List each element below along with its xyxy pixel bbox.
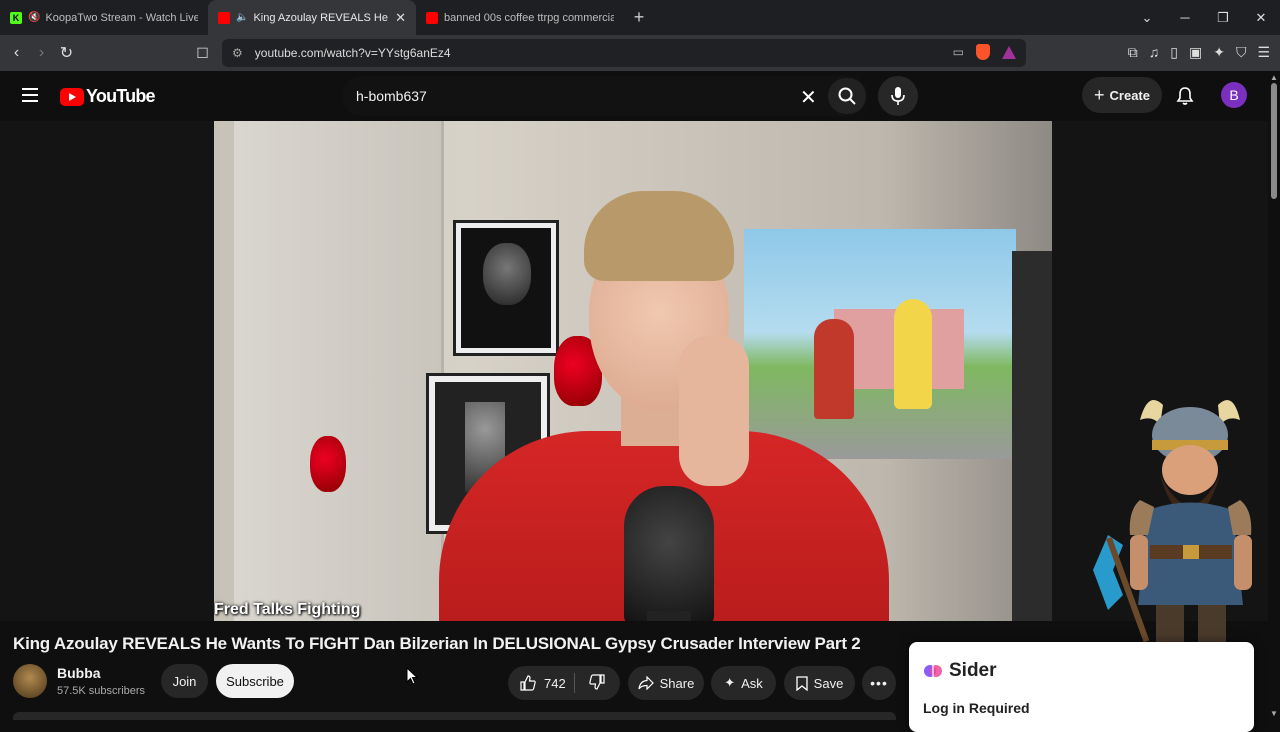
scroll-down-icon[interactable]: ▼	[1270, 709, 1278, 718]
login-required-text[interactable]: Log in Required	[923, 700, 1030, 716]
like-dislike-group: 742	[508, 666, 620, 700]
muted-speaker-icon[interactable]: 🔇	[28, 12, 40, 23]
bell-icon	[1176, 87, 1194, 105]
minimize-button[interactable]: ─	[1166, 10, 1204, 25]
scroll-up-icon[interactable]: ▲	[1270, 73, 1278, 82]
youtube-logo[interactable]: YouTube	[60, 86, 156, 107]
video-scene-boxing-glove	[310, 436, 346, 492]
video-title: King Azoulay REVEALS He Wants To FIGHT D…	[13, 634, 861, 653]
wallet-icon[interactable]: ▣	[1189, 44, 1202, 61]
bookmark-icon	[796, 675, 808, 691]
restore-button[interactable]: ❐	[1204, 10, 1242, 26]
kick-favicon-icon: K	[10, 11, 22, 24]
brave-rewards-icon[interactable]	[1002, 45, 1016, 59]
tab-title: banned 00s coffee ttrpg commercial	[444, 11, 614, 24]
youtube-header: YouTube h-bomb637 ✕ + Create B	[0, 71, 1268, 121]
subscribe-button[interactable]: Subscribe	[216, 664, 294, 698]
plus-icon: +	[1094, 84, 1105, 105]
youtube-favicon-icon	[218, 11, 230, 24]
create-label: Create	[1109, 87, 1150, 103]
clear-search-icon[interactable]: ✕	[800, 85, 817, 110]
notifications-button[interactable]	[1176, 86, 1194, 111]
reload-button[interactable]: ↻	[54, 43, 79, 63]
close-tab-icon[interactable]: ✕	[395, 10, 406, 26]
browser-toolbar: ‹ › ↻ ☐ ⚙ youtube.com/watch?v=YYstg6anEz…	[0, 35, 1280, 71]
ask-button[interactable]: ✦ Ask	[711, 666, 776, 700]
extensions-area: ⧉ ♫ ▯ ▣ ✦ ⛉ ☰	[1128, 44, 1270, 61]
share-button[interactable]: Share	[628, 666, 704, 700]
logo-text: YouTube	[86, 86, 156, 106]
more-actions-button[interactable]: •••	[862, 666, 896, 700]
extensions-icon[interactable]: ⧉	[1128, 44, 1138, 61]
like-count: 742	[544, 675, 566, 691]
forward-button[interactable]: ›	[29, 44, 54, 62]
leo-ai-icon[interactable]: ✦	[1213, 44, 1225, 61]
tab-search-icon[interactable]: ⌄	[1128, 10, 1166, 26]
bookmark-icon[interactable]: ☐	[190, 45, 215, 62]
search-button[interactable]	[828, 78, 866, 114]
url-text: youtube.com/watch?v=YYstg6anEz4	[254, 46, 451, 60]
mouse-cursor-icon	[406, 667, 418, 685]
video-watermark: Fred Talks Fighting	[214, 601, 361, 618]
brave-shields-icon[interactable]	[976, 44, 990, 60]
youtube-play-icon	[60, 87, 84, 106]
tab-title: King Azoulay REVEALS He Wa	[253, 11, 389, 24]
sparkle-icon: ✦	[724, 675, 736, 690]
channel-name[interactable]: Bubba	[57, 665, 101, 681]
create-button[interactable]: + Create	[1082, 77, 1162, 113]
video-scene-door	[234, 121, 444, 621]
search-icon	[838, 87, 856, 105]
ask-label: Ask	[741, 675, 763, 691]
browser-tab-bar: K 🔇 KoopaTwo Stream - Watch Live o 🔈 Kin…	[0, 0, 1280, 35]
new-tab-button[interactable]: +	[624, 7, 654, 28]
search-input[interactable]: h-bomb637	[342, 76, 868, 116]
sidebar-icon[interactable]: ▯	[1170, 44, 1178, 61]
sider-brain-icon	[924, 665, 942, 677]
vpn-icon[interactable]: ⛉	[1236, 44, 1247, 61]
back-button[interactable]: ‹	[4, 44, 29, 62]
menu-icon[interactable]: ☰	[1257, 44, 1270, 61]
video-scene-person	[439, 181, 889, 621]
tab-title: KoopaTwo Stream - Watch Live o	[45, 11, 198, 24]
browser-tab-koopatwo[interactable]: K 🔇 KoopaTwo Stream - Watch Live o	[0, 0, 208, 35]
cast-icon[interactable]: ▭	[953, 45, 964, 59]
dislike-button[interactable]	[575, 673, 605, 693]
video-scene-shadow	[1012, 251, 1052, 621]
close-window-button[interactable]: ✕	[1242, 10, 1280, 26]
voice-search-button[interactable]	[878, 76, 918, 116]
hamburger-menu-icon[interactable]	[22, 88, 38, 102]
description-box[interactable]	[13, 712, 896, 720]
join-button[interactable]: Join	[161, 664, 208, 698]
account-avatar[interactable]: B	[1221, 82, 1247, 108]
share-arrow-icon	[638, 676, 654, 690]
speaker-icon[interactable]: 🔈	[236, 12, 248, 23]
sider-brand: Sider	[923, 660, 997, 682]
share-label: Share	[659, 675, 695, 691]
page-scrollbar[interactable]: ▲ ▼	[1268, 71, 1280, 720]
youtube-favicon-icon	[426, 11, 438, 24]
channel-avatar[interactable]	[13, 664, 47, 698]
thumbs-up-icon	[520, 675, 536, 691]
window-controls: ⌄ ─ ❐ ✕	[1128, 0, 1280, 35]
media-icon[interactable]: ♫	[1149, 44, 1160, 61]
save-label: Save	[813, 675, 844, 691]
thumbs-down-icon	[589, 673, 605, 690]
video-player[interactable]: Fred Talks Fighting	[214, 121, 1052, 621]
address-bar[interactable]: ⚙ youtube.com/watch?v=YYstg6anEz4 ▭	[222, 39, 1026, 67]
like-button[interactable]: 742	[508, 675, 574, 691]
site-info-icon[interactable]: ⚙	[232, 46, 243, 60]
sider-panel: Sider Log in Required	[909, 642, 1254, 732]
save-button[interactable]: Save	[784, 666, 855, 700]
browser-tab-banned-coffee[interactable]: banned 00s coffee ttrpg commercial	[416, 0, 624, 35]
microphone-icon	[891, 87, 905, 105]
subscriber-count: 57.5K subscribers	[57, 685, 146, 697]
browser-tab-king-azoulay[interactable]: 🔈 King Azoulay REVEALS He Wa ✕	[208, 0, 416, 35]
sider-brand-name: Sider	[949, 660, 997, 681]
more-dots-icon: •••	[870, 675, 888, 691]
scrollbar-thumb[interactable]	[1271, 83, 1277, 199]
